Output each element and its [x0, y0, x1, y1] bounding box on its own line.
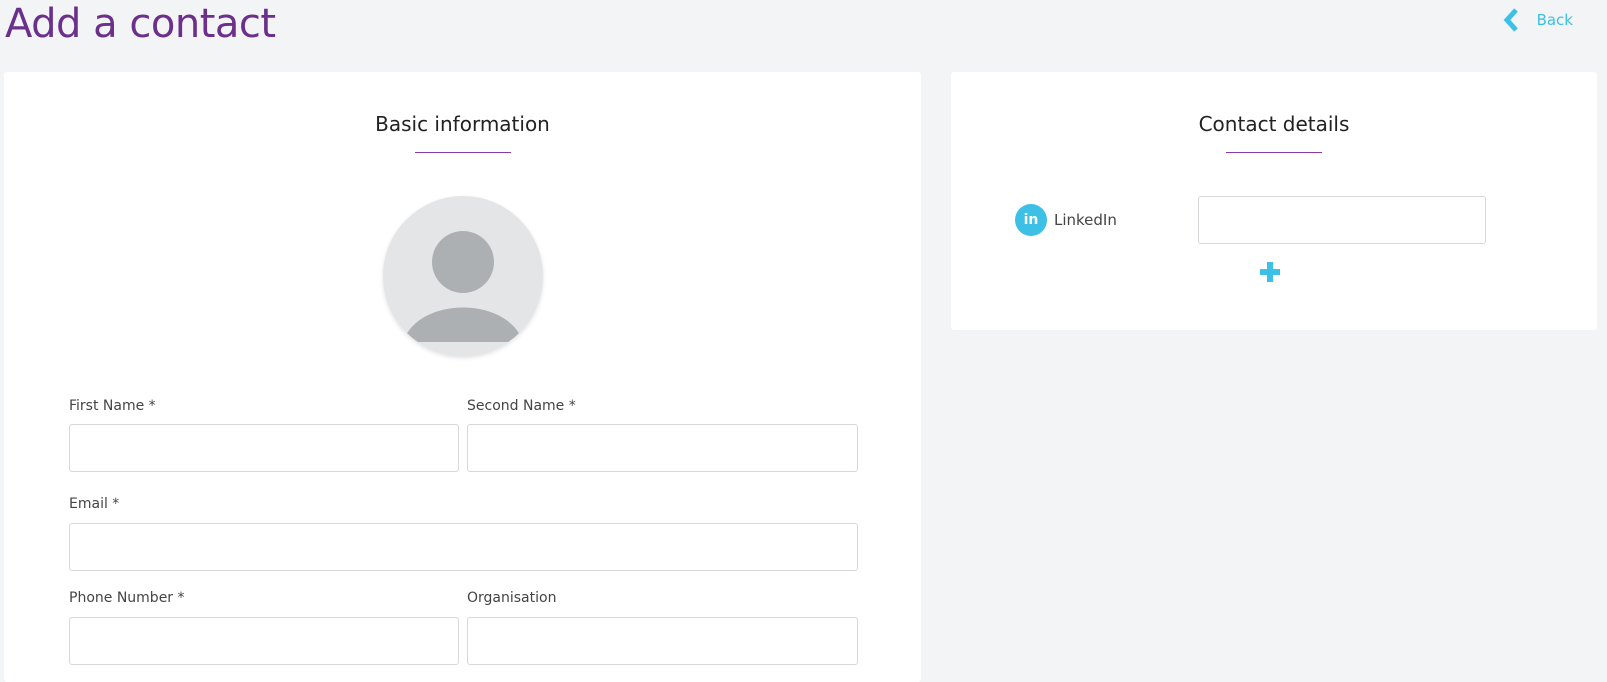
organisation-label: Organisation: [467, 590, 557, 606]
back-button[interactable]: Back: [1503, 8, 1573, 32]
section-underline: [1226, 152, 1322, 153]
second-name-input[interactable]: [467, 424, 858, 472]
first-name-label: First Name *: [69, 398, 156, 414]
linkedin-icon: in: [1015, 204, 1047, 236]
back-label: Back: [1536, 11, 1573, 29]
linkedin-label: LinkedIn: [1054, 211, 1117, 229]
user-placeholder-icon: [403, 231, 523, 342]
phone-number-label: Phone Number *: [69, 590, 185, 606]
plus-icon: [1260, 262, 1280, 282]
page-title: Add a contact: [5, 1, 276, 47]
email-label: Email *: [69, 496, 120, 512]
second-name-label: Second Name *: [467, 398, 576, 414]
avatar[interactable]: [383, 196, 543, 356]
basic-information-title: Basic information: [375, 112, 550, 136]
chevron-left-icon: [1503, 8, 1519, 32]
contact-details-card: Contact details in LinkedIn: [951, 72, 1597, 330]
section-underline: [414, 152, 511, 153]
add-contact-detail-button[interactable]: [1258, 260, 1282, 284]
email-input[interactable]: [69, 523, 858, 571]
organisation-input[interactable]: [467, 617, 858, 665]
linkedin-row: in LinkedIn: [1015, 204, 1117, 236]
phone-number-input[interactable]: [69, 617, 459, 665]
basic-information-card: Basic information First Name * Second Na…: [4, 72, 921, 682]
first-name-input[interactable]: [69, 424, 459, 472]
contact-details-title: Contact details: [1198, 112, 1350, 136]
linkedin-input[interactable]: [1198, 196, 1486, 244]
